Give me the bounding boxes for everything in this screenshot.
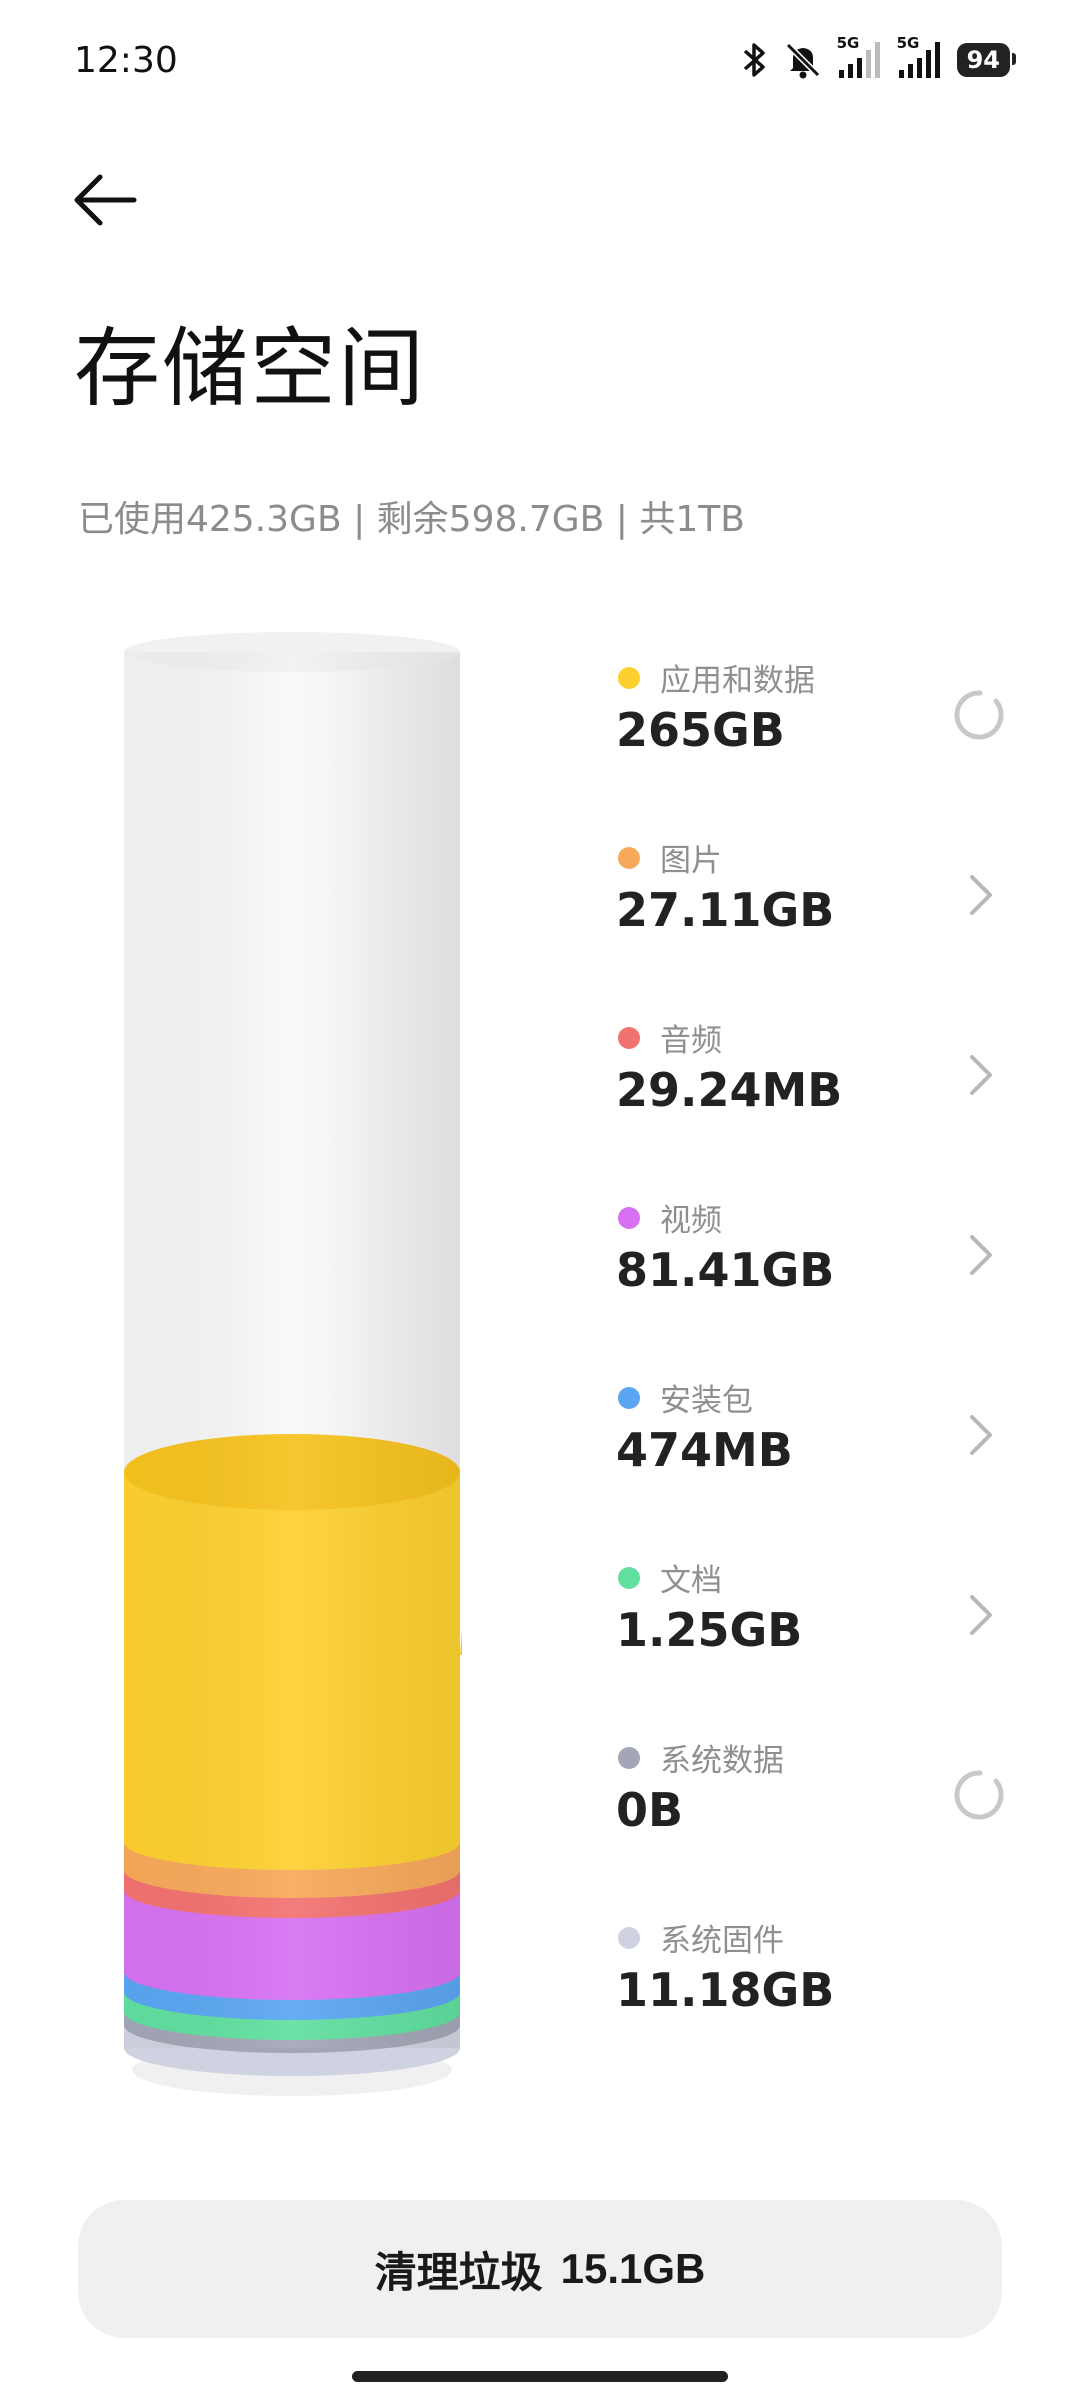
legend-dot (618, 1387, 640, 1409)
category-system-firmware: 系统固件 11.18GB (610, 1915, 1010, 2065)
legend-dot (618, 1747, 640, 1769)
category-name: 系统固件 (660, 1923, 784, 1959)
signal-icon: 5G (837, 34, 883, 80)
battery-level: 94 (966, 46, 1000, 74)
loading-icon (954, 690, 1004, 740)
chevron-right-icon (970, 875, 992, 915)
battery-icon: 94 (956, 43, 1017, 77)
category-size: 474MB (616, 1423, 793, 1477)
legend-dot (618, 1207, 640, 1229)
chevron-right-icon (970, 1415, 992, 1455)
legend-dot (618, 1927, 640, 1949)
category-system-data[interactable]: 系统数据 0B (610, 1735, 1010, 1885)
mute-icon (783, 40, 823, 80)
clean-junk-button[interactable]: 清理垃圾 15.1GB (78, 2200, 1002, 2338)
category-size: 1.25GB (616, 1603, 803, 1657)
arrow-left-icon (74, 174, 137, 226)
category-name: 图片 (660, 843, 722, 879)
storage-summary: 已使用425.3GB | 剩余598.7GB | 共1TB (78, 499, 745, 540)
category-name: 系统数据 (660, 1743, 784, 1779)
category-size: 11.18GB (616, 1963, 835, 2017)
storage-cylinder (124, 632, 462, 2096)
clean-junk-size: 15.1GB (560, 2245, 706, 2292)
category-size: 81.41GB (616, 1243, 835, 1297)
loading-icon (954, 1770, 1004, 1820)
status-bar: 12:30 5G 5G 94 (0, 0, 1080, 130)
cylinder-gloss (124, 652, 460, 2048)
category-video[interactable]: 视频 81.41GB (610, 1195, 1010, 1345)
category-size: 27.11GB (616, 883, 835, 937)
legend-dot (618, 1567, 640, 1589)
category-documents[interactable]: 文档 1.25GB (610, 1555, 1010, 1705)
legend-dot (618, 847, 640, 869)
category-size: 29.24MB (616, 1063, 843, 1117)
category-size: 265GB (616, 703, 785, 757)
page-title: 存储空间 (74, 319, 426, 419)
legend-dot (618, 667, 640, 689)
category-packages[interactable]: 安装包 474MB (610, 1375, 1010, 1525)
bluetooth-icon (741, 40, 769, 80)
category-name: 应用和数据 (660, 663, 815, 699)
category-apps-data[interactable]: 应用和数据 265GB (610, 655, 1010, 805)
clean-junk-label: 清理垃圾 (374, 2248, 543, 2296)
status-time: 12:30 (74, 40, 178, 81)
signal-icon: 5G (897, 34, 943, 80)
category-audio[interactable]: 音频 29.24MB (610, 1015, 1010, 1165)
legend-dot (618, 1027, 640, 1049)
category-name: 视频 (660, 1203, 722, 1239)
chevron-right-icon (970, 1595, 992, 1635)
back-button[interactable] (70, 165, 150, 235)
chevron-right-icon (970, 1055, 992, 1095)
category-name: 安装包 (660, 1383, 753, 1419)
status-icons: 5G 5G 94 (741, 34, 1017, 80)
category-images[interactable]: 图片 27.11GB (610, 835, 1010, 985)
category-size: 0B (616, 1783, 684, 1837)
chevron-right-icon (970, 1235, 992, 1275)
home-indicator[interactable] (352, 2371, 728, 2382)
category-name: 音频 (660, 1023, 722, 1059)
category-name: 文档 (660, 1563, 722, 1599)
